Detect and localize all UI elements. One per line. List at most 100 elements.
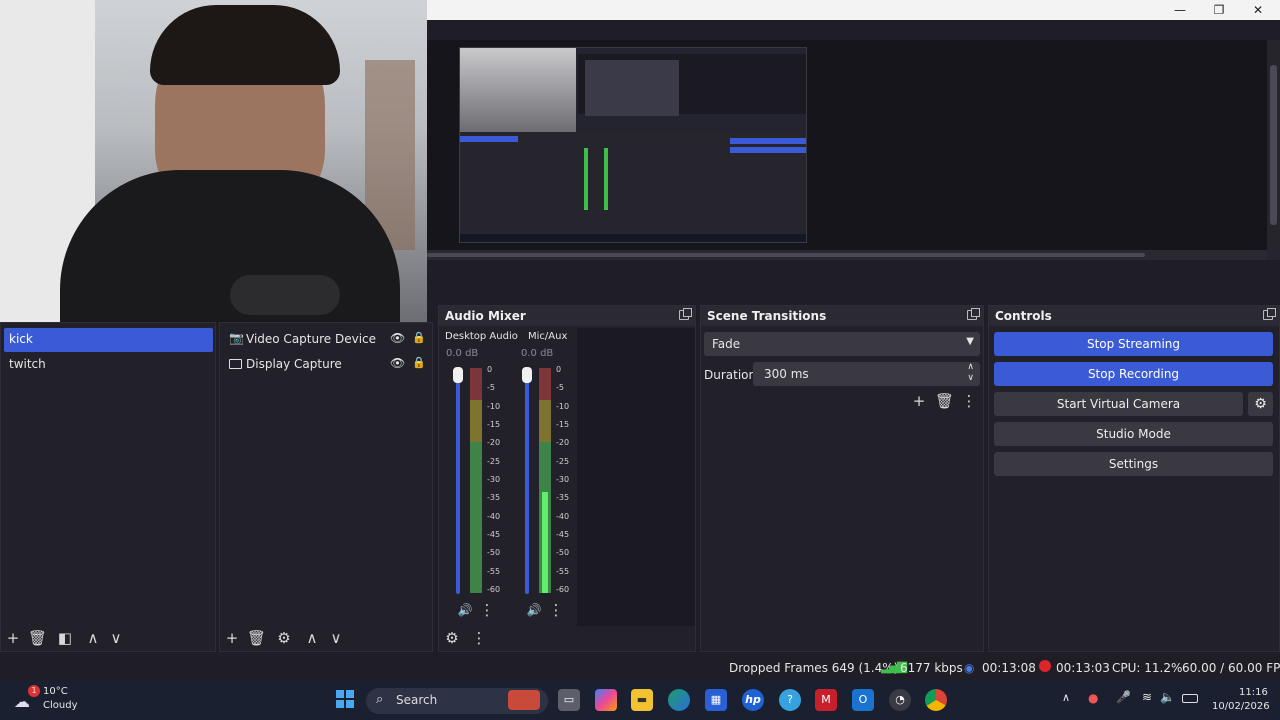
eye-icon[interactable]: 👁 [390,331,405,345]
spin-arrows-icon[interactable]: ∧ ∨ [967,362,974,384]
meter-tick-label: -25 [487,456,501,466]
move-scene-up-icon[interactable]: ∧ [84,630,102,648]
duration-spinbox[interactable]: 300 ms ∧ ∨ [753,362,980,386]
undock-icon[interactable] [1263,308,1276,320]
undock-icon[interactable] [679,308,692,320]
meter-tick-label: -25 [556,456,570,466]
mcafee-tray-icon[interactable]: ● [1088,691,1098,705]
edge-browser-icon[interactable] [668,689,690,711]
tips-icon[interactable]: ? [779,689,801,711]
volume-handle-mic-aux[interactable] [522,367,532,383]
chevron-up-icon[interactable]: ∧ [1062,691,1070,704]
meter-tick-label: -10 [487,401,501,411]
volume-icon[interactable]: 🔈 [1160,690,1175,704]
meter-tick-label: -20 [487,438,501,448]
channel-name-desktop-audio: Desktop Audio [445,331,518,342]
outlook-icon[interactable]: O [852,689,874,711]
meter-tick-label: -40 [556,511,570,521]
move-source-down-icon[interactable]: ∨ [327,630,345,648]
source-item-video-capture[interactable]: 📷 Video Capture Device 👁 🔒 [226,329,430,351]
desktop-audio-menu-icon[interactable]: ⋮ [478,602,496,620]
settings-button[interactable]: Settings [994,452,1273,476]
mic-aux-menu-icon[interactable]: ⋮ [547,602,565,620]
undock-icon[interactable] [967,308,980,320]
microphone-icon[interactable]: 🎤 [1116,690,1131,704]
weather-widget[interactable]: ☁ 1 [14,685,40,711]
lock-icon[interactable]: 🔒 [412,331,426,344]
bitrate-text: 6177 kbps [900,661,963,675]
task-view-icon[interactable]: ▭ [558,689,580,711]
transition-select[interactable]: Fade ▼ [704,332,980,356]
advanced-audio-gear-icon[interactable]: ⚙ [443,630,461,648]
remove-source-icon[interactable]: 🗑 [247,630,266,648]
mute-mic-aux-icon[interactable]: 🔊 [525,602,543,620]
close-button[interactable]: ✕ [1239,0,1277,20]
remove-transition-icon[interactable]: 🗑 [935,393,954,411]
obs-studio-icon[interactable]: ◔ [889,689,911,711]
volume-slider-mic-aux[interactable] [525,372,529,594]
mixer-menu-icon[interactable]: ⋮ [470,630,488,648]
search-icon: ⌕ [376,692,384,707]
scene-item-kick[interactable]: kick [4,328,213,352]
audio-mixer-title: Audio Mixer [439,306,695,326]
volume-handle-desktop-audio[interactable] [453,367,463,383]
meter-tick-label: -40 [487,511,501,521]
weather-temp: 10°C [43,686,68,697]
move-source-up-icon[interactable]: ∧ [303,630,321,648]
taskbar: ☁ 1 10°C Cloudy ⌕ Search ▭ ▬ ▦ hp ? M O … [0,680,1280,720]
studio-mode-button[interactable]: Studio Mode [994,422,1273,446]
controls-dock: Controls [988,305,1280,652]
transition-menu-icon[interactable]: ⋮ [960,393,978,411]
monitor-icon [229,359,242,369]
scene-item-twitch[interactable]: twitch [4,353,213,377]
add-scene-icon[interactable]: + [4,630,22,648]
source-properties-gear-icon[interactable]: ⚙ [275,630,293,648]
stop-streaming-button[interactable]: Stop Streaming [994,332,1273,356]
dropped-frames-text: Dropped Frames 649 (1.4%) [729,661,899,675]
scene-filters-icon[interactable]: ◧ [56,630,74,648]
start-virtual-camera-button[interactable]: Start Virtual Camera [994,392,1243,416]
meter-tick-label: -20 [556,438,570,448]
copilot-icon[interactable] [595,689,617,711]
meter-tick-label: -55 [487,566,501,576]
meter-tick-label: -50 [487,548,501,558]
weather-desc: Cloudy [43,700,78,711]
hp-icon[interactable]: hp [742,689,764,711]
meter-tick-label: 0 [487,365,493,374]
source-item-display-capture[interactable]: Display Capture 👁 🔒 [226,354,430,376]
remove-scene-icon[interactable]: 🗑 [28,630,47,648]
controls-title: Controls [989,306,1279,326]
mute-desktop-audio-icon[interactable]: 🔊 [456,602,474,620]
microsoft-store-icon[interactable]: ▦ [705,689,727,711]
taskbar-search[interactable]: ⌕ Search [366,688,548,714]
recording-dot-icon [1039,660,1051,672]
preview-vertical-scrollbar[interactable] [1267,40,1280,260]
add-source-icon[interactable]: + [223,630,241,648]
chrome-icon[interactable] [925,689,947,711]
title-bar: — ❐ ✕ [427,0,1280,20]
stop-recording-button[interactable]: Stop Recording [994,362,1273,386]
channel-db-desktop-audio: 0.0 dB [446,348,479,359]
battery-icon[interactable] [1182,694,1198,703]
windows-start-icon[interactable] [334,689,356,711]
status-bar: Dropped Frames 649 (1.4%) ▂▄▆ 6177 kbps … [0,656,1280,680]
mcafee-icon[interactable]: M [815,689,837,711]
wifi-icon[interactable]: ≋ [1142,690,1152,704]
meter-tick-label: -60 [556,585,570,594]
minimize-button[interactable]: — [1161,0,1199,20]
eye-icon[interactable]: 👁 [390,356,405,370]
add-transition-icon[interactable]: + [910,393,928,411]
meter-tick-label: -55 [556,566,570,576]
virtual-camera-gear-icon[interactable]: ⚙ [1248,392,1273,416]
clock-time[interactable]: 11:16 [1239,687,1268,698]
lock-icon[interactable]: 🔒 [412,356,426,369]
volume-slider-desktop-audio[interactable] [456,372,460,594]
maximize-button[interactable]: ❐ [1200,0,1238,20]
weather-badge: 1 [28,685,40,697]
meter-tick-label: -5 [487,383,495,393]
file-explorer-icon[interactable]: ▬ [631,689,653,711]
meter-tick-label: -15 [487,420,501,429]
move-scene-down-icon[interactable]: ∨ [107,630,125,648]
clock-date[interactable]: 10/02/2026 [1212,701,1270,712]
preview-horizontal-scrollbar[interactable] [427,250,1267,260]
